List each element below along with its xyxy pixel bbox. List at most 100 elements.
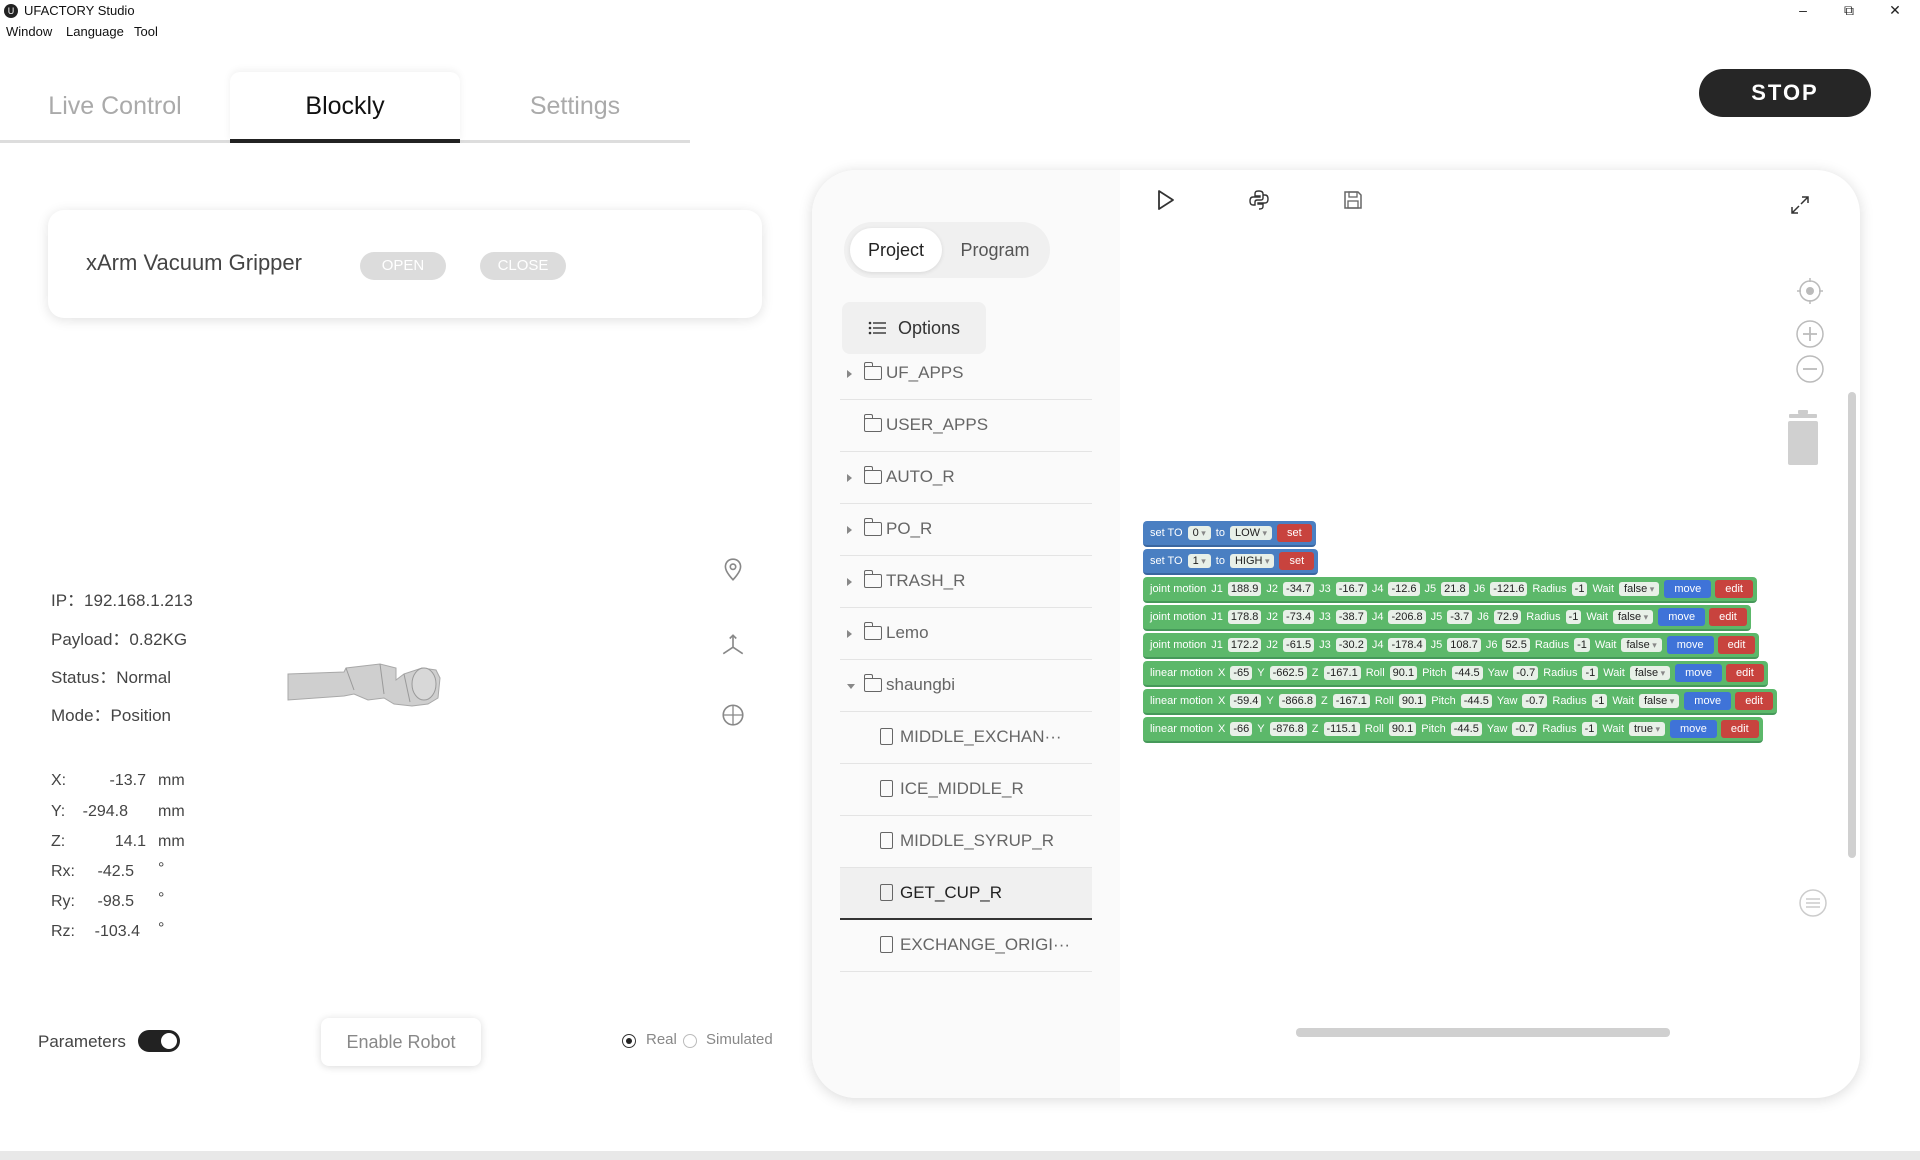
gripper-close-button[interactable]: CLOSE bbox=[480, 252, 566, 280]
block-move-button[interactable]: move bbox=[1675, 664, 1723, 682]
tab-blockly[interactable]: Blockly bbox=[230, 72, 460, 142]
block-field[interactable]: 52.5 bbox=[1502, 638, 1530, 652]
seg-program[interactable]: Program bbox=[946, 228, 1044, 272]
block-dropdown[interactable]: false bbox=[1629, 666, 1671, 680]
zoom-out-icon[interactable] bbox=[1795, 354, 1825, 384]
block-field[interactable]: -59.4 bbox=[1230, 694, 1262, 708]
block-field[interactable]: -1 bbox=[1582, 666, 1599, 680]
block-field[interactable]: -44.5 bbox=[1451, 666, 1483, 680]
options-button[interactable]: Options bbox=[842, 302, 986, 354]
block-field[interactable]: 90.1 bbox=[1388, 722, 1417, 736]
block-dropdown[interactable]: 1 bbox=[1187, 554, 1211, 568]
tree-folder[interactable]: Lemo bbox=[840, 608, 1092, 660]
tree-file[interactable]: GET_CUP_R bbox=[840, 868, 1092, 920]
block-field[interactable]: -167.1 bbox=[1332, 694, 1370, 708]
block-field[interactable]: -115.1 bbox=[1323, 722, 1360, 736]
block-edit-button[interactable]: edit bbox=[1720, 720, 1759, 738]
block-field[interactable]: -66 bbox=[1230, 722, 1253, 736]
workspace-vertical-scrollbar[interactable] bbox=[1848, 392, 1856, 858]
workspace-horizontal-scrollbar[interactable] bbox=[1296, 1028, 1670, 1037]
tree-folder[interactable]: USER_APPS bbox=[840, 400, 1092, 452]
menu-language[interactable]: Language bbox=[66, 24, 124, 39]
block-dropdown[interactable]: false bbox=[1639, 694, 1680, 708]
block-field[interactable]: -1 bbox=[1574, 638, 1590, 652]
block-field[interactable]: 172.2 bbox=[1227, 638, 1262, 652]
block-field[interactable]: -206.8 bbox=[1388, 610, 1426, 624]
set-io-block[interactable]: set TO 1 to HIGH set bbox=[1143, 549, 1319, 575]
menu-window[interactable]: Window bbox=[6, 24, 52, 39]
caret-right-icon[interactable] bbox=[847, 474, 852, 482]
block-field[interactable]: 90.1 bbox=[1389, 666, 1418, 680]
block-field[interactable]: -1 bbox=[1565, 610, 1582, 624]
block-edit-button[interactable]: edit bbox=[1726, 664, 1764, 682]
tree-file[interactable]: ICE_MIDDLE_R bbox=[840, 764, 1092, 816]
block-field[interactable]: 21.8 bbox=[1441, 582, 1469, 596]
zoom-in-icon[interactable] bbox=[1795, 319, 1825, 349]
block-field[interactable]: -0.7 bbox=[1512, 722, 1538, 736]
tab-live-control[interactable]: Live Control bbox=[0, 72, 230, 142]
stop-button[interactable]: STOP bbox=[1699, 69, 1871, 117]
block-dropdown[interactable]: true bbox=[1629, 722, 1665, 736]
block-field[interactable]: -1 bbox=[1581, 722, 1598, 736]
motion-block[interactable]: linear motion X -59.4 Y -866.8 Z -167.1 Roll 90.… bbox=[1143, 689, 1777, 715]
block-field[interactable]: 90.1 bbox=[1398, 694, 1427, 708]
tree-folder[interactable]: UF_APPS bbox=[840, 348, 1092, 400]
caret-down-icon[interactable] bbox=[847, 684, 855, 689]
block-edit-button[interactable]: edit bbox=[1717, 636, 1756, 654]
caret-right-icon[interactable] bbox=[847, 526, 852, 534]
caret-right-icon[interactable] bbox=[847, 578, 852, 586]
block-field[interactable]: -1 bbox=[1571, 582, 1588, 596]
block-dropdown[interactable]: false bbox=[1612, 610, 1654, 624]
block-edit-button[interactable]: edit bbox=[1715, 580, 1753, 598]
block-move-button[interactable]: move bbox=[1684, 692, 1732, 710]
block-field[interactable]: -44.5 bbox=[1460, 694, 1492, 708]
motion-block[interactable]: joint motion J1 178.8 J2 -73.4 J3 -38.7 J4 -206.… bbox=[1143, 605, 1751, 631]
crosshair-icon[interactable] bbox=[1795, 276, 1825, 306]
block-set-button[interactable]: set bbox=[1277, 524, 1312, 542]
tree-folder[interactable]: TRASH_R bbox=[840, 556, 1092, 608]
seg-project[interactable]: Project bbox=[850, 228, 942, 272]
block-edit-button[interactable]: edit bbox=[1735, 692, 1773, 710]
motion-block[interactable]: joint motion J1 188.9 J2 -34.7 J3 -16.7 J4 -12.6… bbox=[1143, 577, 1757, 603]
tree-file[interactable]: MIDDLE_EXCHAN··· bbox=[840, 712, 1092, 764]
block-field[interactable]: -0.7 bbox=[1513, 666, 1539, 680]
block-field[interactable]: -178.4 bbox=[1388, 638, 1426, 652]
block-field[interactable]: -12.6 bbox=[1388, 582, 1420, 596]
block-field[interactable]: -3.7 bbox=[1447, 610, 1473, 624]
python-icon[interactable] bbox=[1247, 188, 1271, 212]
block-dropdown[interactable]: 0 bbox=[1187, 526, 1211, 540]
motion-block[interactable]: joint motion J1 172.2 J2 -61.5 J3 -30.2 J4 -178.… bbox=[1143, 633, 1760, 659]
tree-folder[interactable]: PO_R bbox=[840, 504, 1092, 556]
gripper-open-button[interactable]: OPEN bbox=[360, 252, 446, 280]
tree-folder[interactable]: AUTO_R bbox=[840, 452, 1092, 504]
block-field[interactable]: -1 bbox=[1591, 694, 1608, 708]
block-dropdown[interactable]: HIGH bbox=[1229, 554, 1275, 568]
block-move-button[interactable]: move bbox=[1664, 580, 1712, 598]
target-icon[interactable] bbox=[720, 702, 746, 728]
block-field[interactable]: -65 bbox=[1230, 666, 1253, 680]
block-field[interactable]: -876.8 bbox=[1269, 722, 1307, 736]
radio-real[interactable] bbox=[622, 1034, 636, 1048]
caret-right-icon[interactable] bbox=[847, 370, 852, 378]
minimize-button[interactable]: – bbox=[1780, 0, 1826, 22]
tree-file[interactable]: EXCHANGE_ORIGI··· bbox=[840, 920, 1092, 972]
block-move-button[interactable]: move bbox=[1670, 720, 1717, 738]
block-dropdown[interactable]: false bbox=[1619, 582, 1660, 596]
tree-folder[interactable]: shaungbi bbox=[840, 660, 1092, 712]
axes-icon[interactable] bbox=[720, 632, 746, 658]
map-pin-icon[interactable] bbox=[720, 557, 746, 583]
enable-robot-button[interactable]: Enable Robot bbox=[321, 1018, 481, 1066]
tab-settings[interactable]: Settings bbox=[460, 72, 690, 142]
tree-file[interactable]: MIDDLE_SYRUP_R bbox=[840, 816, 1092, 868]
motion-block[interactable]: linear motion X -65 Y -662.5 Z -167.1 Roll 90.1 P… bbox=[1143, 661, 1768, 687]
block-field[interactable]: -61.5 bbox=[1283, 638, 1315, 652]
maximize-button[interactable]: ⧉ bbox=[1826, 0, 1872, 22]
play-icon[interactable] bbox=[1153, 188, 1177, 212]
block-move-button[interactable]: move bbox=[1666, 636, 1714, 654]
block-field[interactable]: -866.8 bbox=[1278, 694, 1316, 708]
close-window-button[interactable]: ✕ bbox=[1872, 0, 1918, 22]
block-field[interactable]: -121.6 bbox=[1490, 582, 1528, 596]
motion-block[interactable]: linear motion X -66 Y -876.8 Z -115.1 Roll 90.1 P… bbox=[1143, 717, 1763, 743]
caret-right-icon[interactable] bbox=[847, 630, 852, 638]
block-move-button[interactable]: move bbox=[1658, 608, 1706, 626]
